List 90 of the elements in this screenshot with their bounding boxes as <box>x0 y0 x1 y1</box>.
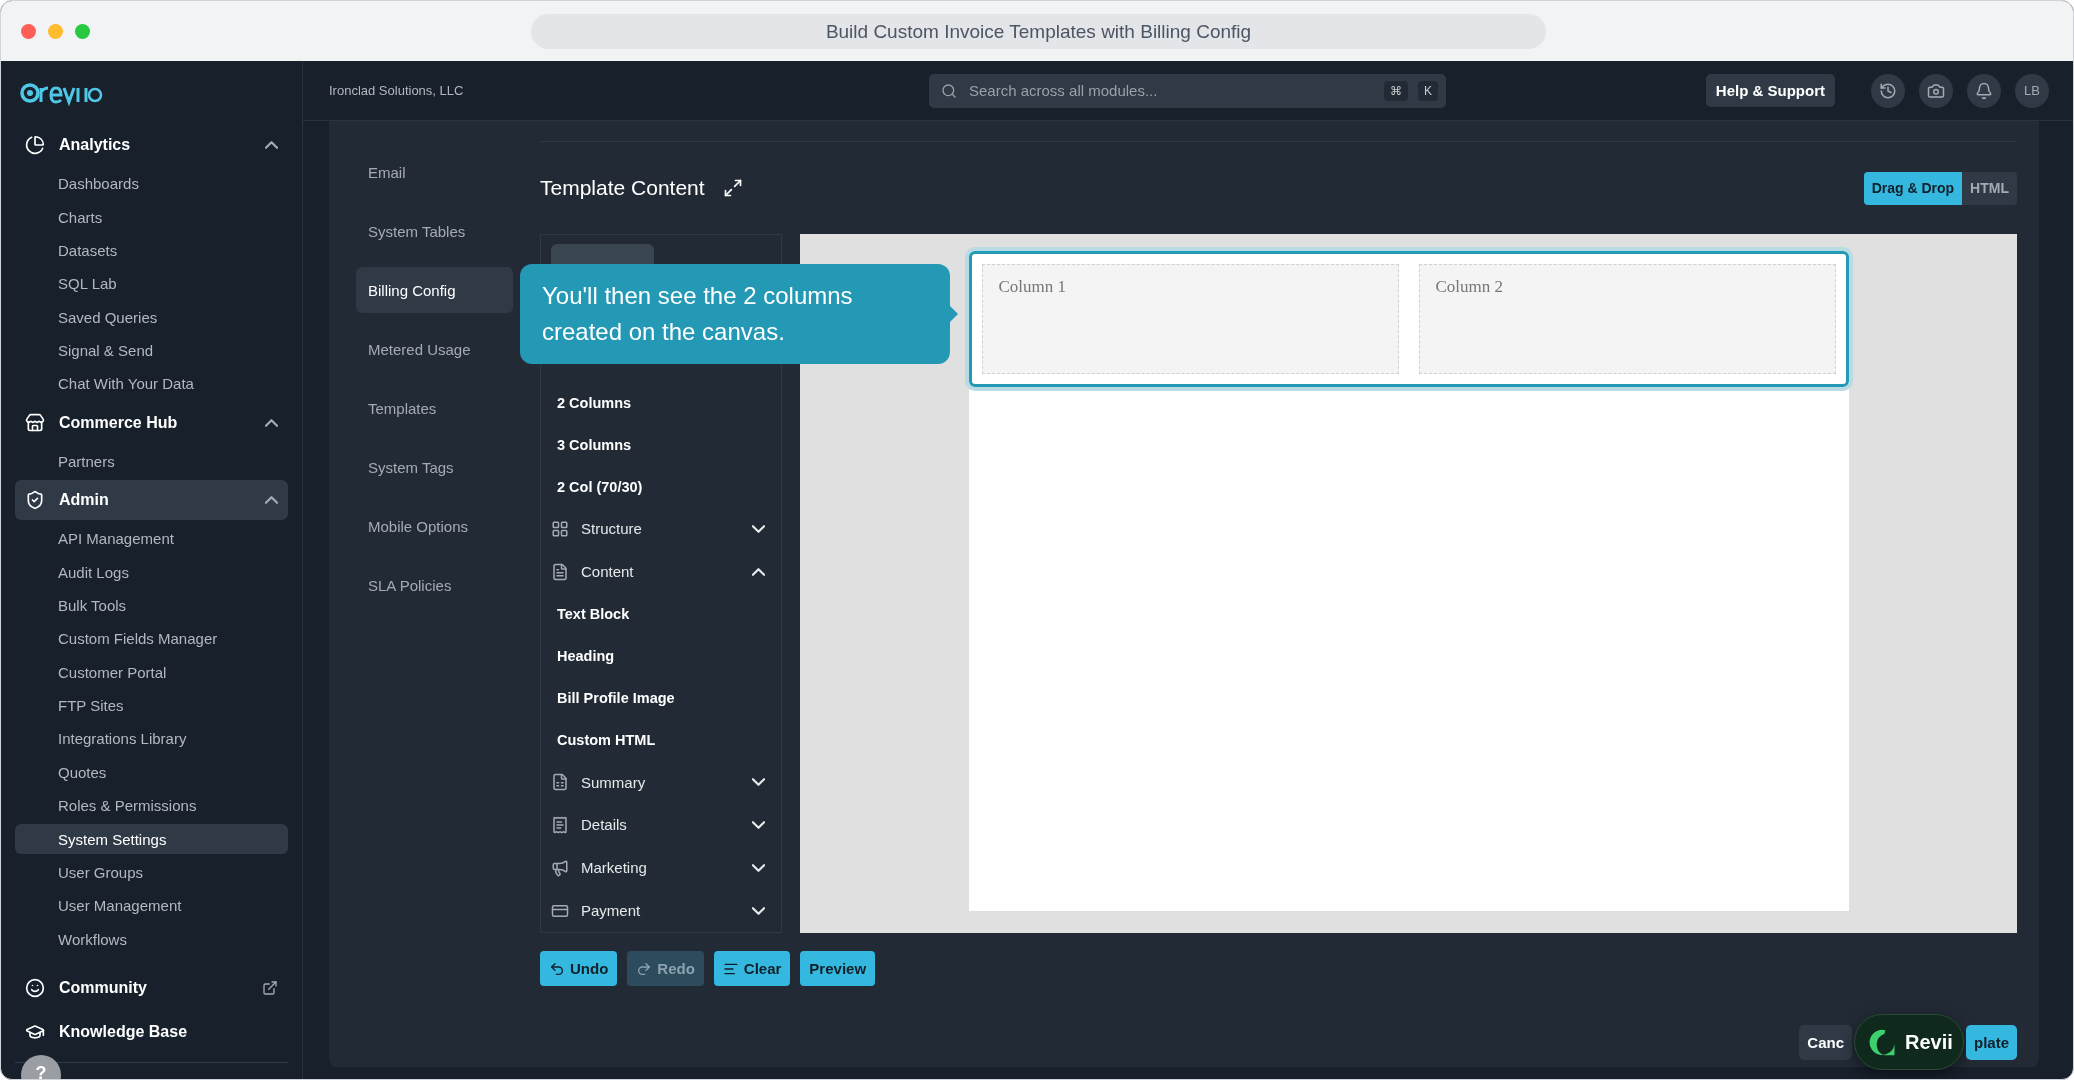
component-section[interactable]: Payment <box>551 889 771 932</box>
undo-icon <box>549 960 565 977</box>
editor-action-button[interactable]: Undo <box>540 951 618 986</box>
component-item[interactable]: 3 Columns <box>551 423 771 466</box>
sidebar-group[interactable]: Community <box>15 967 288 1008</box>
column-block[interactable]: Column 2 <box>1418 264 1836 374</box>
window-title: Build Custom Invoice Templates with Billing Config <box>531 14 1546 49</box>
history-button[interactable] <box>1871 73 1905 108</box>
section-icon <box>551 562 569 581</box>
history-icon <box>1879 81 1897 100</box>
component-item[interactable]: Heading <box>551 635 771 677</box>
component-item[interactable]: Text Block <box>551 593 771 636</box>
sidebar-item[interactable]: Audit Logs <box>15 557 288 588</box>
camera-icon <box>1927 81 1945 100</box>
mode-tab[interactable]: Drag & Drop <box>1863 171 1963 205</box>
maximize-dot[interactable] <box>75 23 90 39</box>
settings-nav-item[interactable]: SLA Policies <box>356 562 513 608</box>
sidebar-group[interactable]: Admin <box>15 480 288 520</box>
sidebar-item[interactable]: User Management <box>15 890 288 921</box>
sidebar-group[interactable]: Knowledge Base <box>15 1011 288 1052</box>
sidebar-item[interactable]: Quotes <box>15 757 288 788</box>
group-icon <box>25 412 45 433</box>
component-section[interactable]: Structure <box>551 507 771 551</box>
component-item[interactable]: Bill Profile Image <box>551 676 771 719</box>
sidebar-item[interactable]: SQL Lab <box>15 268 288 299</box>
sidebar-item[interactable]: Integrations Library <box>15 723 288 754</box>
organization-name: Ironclad Solutions, LLC <box>329 83 465 98</box>
notifications-button[interactable] <box>1967 73 2001 108</box>
section-title: Template Content <box>540 176 705 200</box>
help-support-button[interactable]: Help & Support <box>1705 74 1835 107</box>
shortcut-key: K <box>1418 80 1438 101</box>
sidebar-item[interactable]: Saved Queries <box>15 302 288 333</box>
sidebar-item[interactable]: Charts <box>15 202 288 233</box>
shortcut-key: ⌘ <box>1384 80 1408 101</box>
component-section[interactable]: Summary <box>551 760 771 804</box>
mode-tab[interactable]: HTML <box>1962 171 2017 205</box>
component-item[interactable]: Custom HTML <box>551 718 771 761</box>
tooltip: You'll then see the 2 columns created on the canvas. <box>520 264 950 364</box>
bell-icon <box>1975 81 1993 100</box>
sidebar-item[interactable]: Chat With Your Data <box>15 368 288 399</box>
group-icon <box>25 490 45 510</box>
sidebar-item[interactable]: Customer Portal <box>15 657 288 688</box>
settings-nav-item[interactable]: Billing Config <box>356 267 513 313</box>
expand-icon[interactable] <box>722 178 743 198</box>
settings-nav-item[interactable]: Templates <box>356 385 513 431</box>
search-field[interactable]: Search across all modules... <box>967 81 1374 100</box>
user-avatar[interactable]: LB <box>2015 73 2049 108</box>
settings-nav-item[interactable]: Metered Usage <box>356 326 513 372</box>
search-bar[interactable]: Search across all modules... ⌘ K <box>929 73 1446 108</box>
group-icon <box>25 135 45 155</box>
sidebar-item[interactable]: Datasets <box>15 235 288 266</box>
assistant-button[interactable]: Revii <box>1854 1014 1964 1070</box>
sidebar-item[interactable]: Bulk Tools <box>15 590 288 621</box>
cancel-button[interactable]: Canc <box>1799 1024 1852 1060</box>
sidebar-group[interactable]: Commerce Hub <box>15 402 288 443</box>
editor-action-button[interactable]: Clear <box>713 951 791 986</box>
editor-action-button[interactable]: Preview <box>800 951 876 986</box>
close-dot[interactable] <box>21 23 36 39</box>
section-icon <box>551 773 569 791</box>
component-section[interactable]: Content <box>551 550 771 594</box>
sidebar-item[interactable]: Workflows <box>15 924 288 955</box>
settings-nav-item[interactable]: Mobile Options <box>356 503 513 549</box>
redo-icon <box>636 960 653 977</box>
settings-nav-item[interactable]: System Tags <box>356 444 513 490</box>
group-icon <box>25 977 45 998</box>
settings-nav-item[interactable]: Email <box>356 149 513 195</box>
sidebar-item[interactable]: Partners <box>15 446 288 477</box>
sidebar-item[interactable]: API Management <box>15 523 288 554</box>
minimize-dot[interactable] <box>48 23 63 39</box>
search-icon <box>941 82 957 99</box>
sidebar-item[interactable]: Roles & Permissions <box>15 790 288 821</box>
sidebar-group[interactable]: Analytics <box>15 125 288 165</box>
component-section[interactable]: Marketing <box>551 846 771 890</box>
component-section[interactable]: Details <box>551 803 771 847</box>
section-icon <box>551 815 569 834</box>
component-item[interactable]: 2 Columns <box>551 382 771 424</box>
section-icon <box>551 519 569 538</box>
tooltip-pointer <box>950 306 958 322</box>
section-icon <box>551 858 569 877</box>
sidebar-item[interactable]: FTP Sites <box>15 690 288 721</box>
component-item[interactable]: 2 Col (70/30) <box>551 465 771 508</box>
sidebar-item[interactable]: Dashboards <box>15 168 288 199</box>
settings-nav-item[interactable]: System Tables <box>356 208 513 254</box>
column-block[interactable]: Column 1 <box>981 264 1399 374</box>
save-button[interactable]: plate <box>1966 1024 2017 1060</box>
sidebar-item[interactable]: User Groups <box>15 857 288 888</box>
sidebar-item[interactable]: Signal & Send <box>15 335 288 366</box>
sidebar-item[interactable]: System Settings <box>15 824 288 855</box>
camera-button[interactable] <box>1919 73 1953 108</box>
sidebar-item[interactable]: Custom Fields Manager <box>15 623 288 654</box>
